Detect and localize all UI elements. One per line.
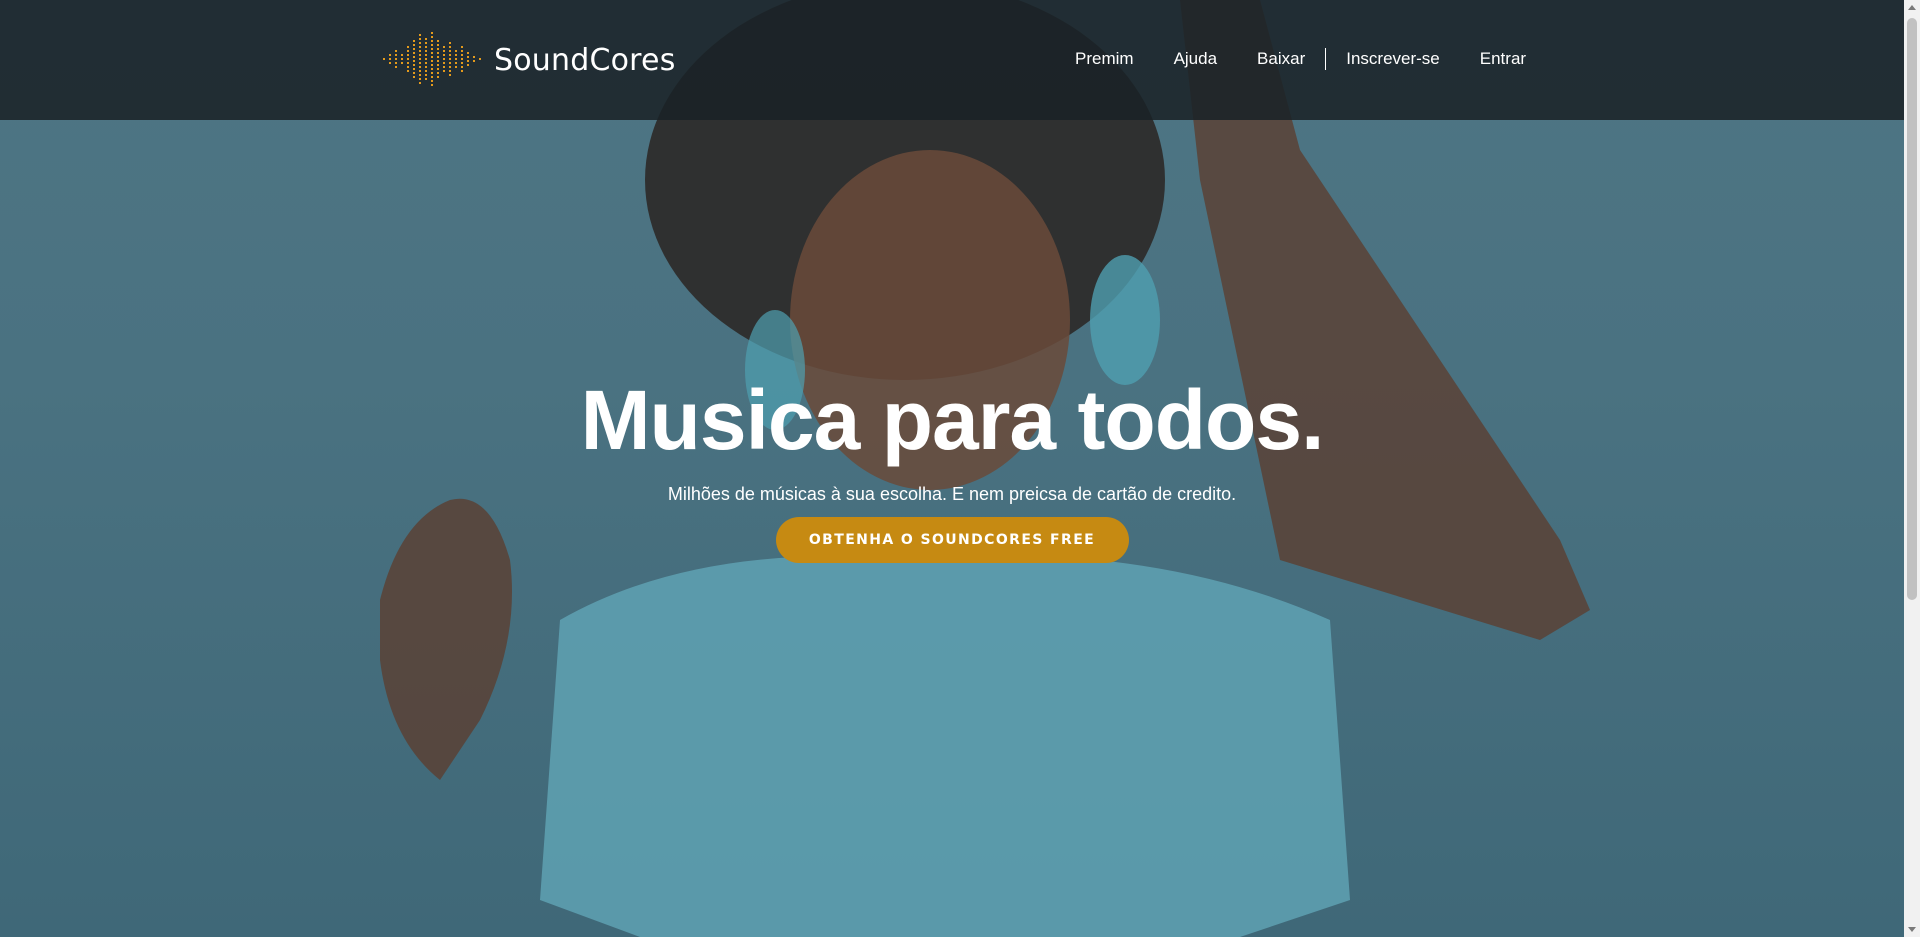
nav-divider: [1325, 48, 1327, 70]
brand-logo[interactable]: SoundCores: [380, 30, 676, 90]
main-nav: Premim Ajuda Baixar Inscrever-se Entrar: [1075, 48, 1526, 70]
top-navbar: SoundCores Premim Ajuda Baixar Inscrever…: [0, 0, 1904, 120]
hero-section: Musica para todos. Milhões de músicas à …: [0, 370, 1904, 563]
nav-link-login[interactable]: Entrar: [1480, 49, 1526, 69]
hero-title: Musica para todos.: [580, 373, 1325, 467]
nav-link-help[interactable]: Ajuda: [1174, 49, 1217, 69]
scroll-up-arrow-icon[interactable]: [1908, 5, 1916, 10]
nav-link-premium[interactable]: Premim: [1075, 49, 1134, 69]
hero-subtitle: Milhões de músicas à sua escolha. E nem …: [667, 484, 1237, 504]
scrollbar-thumb[interactable]: [1907, 18, 1917, 600]
get-free-button[interactable]: OBTENHA O SOUNDCORES FREE: [775, 517, 1129, 563]
vertical-scrollbar[interactable]: [1904, 0, 1920, 937]
scroll-down-arrow-icon[interactable]: [1908, 927, 1916, 932]
sound-wave-icon: [383, 32, 481, 88]
brand-name: SoundCores: [494, 42, 676, 78]
nav-link-download[interactable]: Baixar: [1257, 49, 1305, 69]
nav-link-signup[interactable]: Inscrever-se: [1346, 49, 1440, 69]
